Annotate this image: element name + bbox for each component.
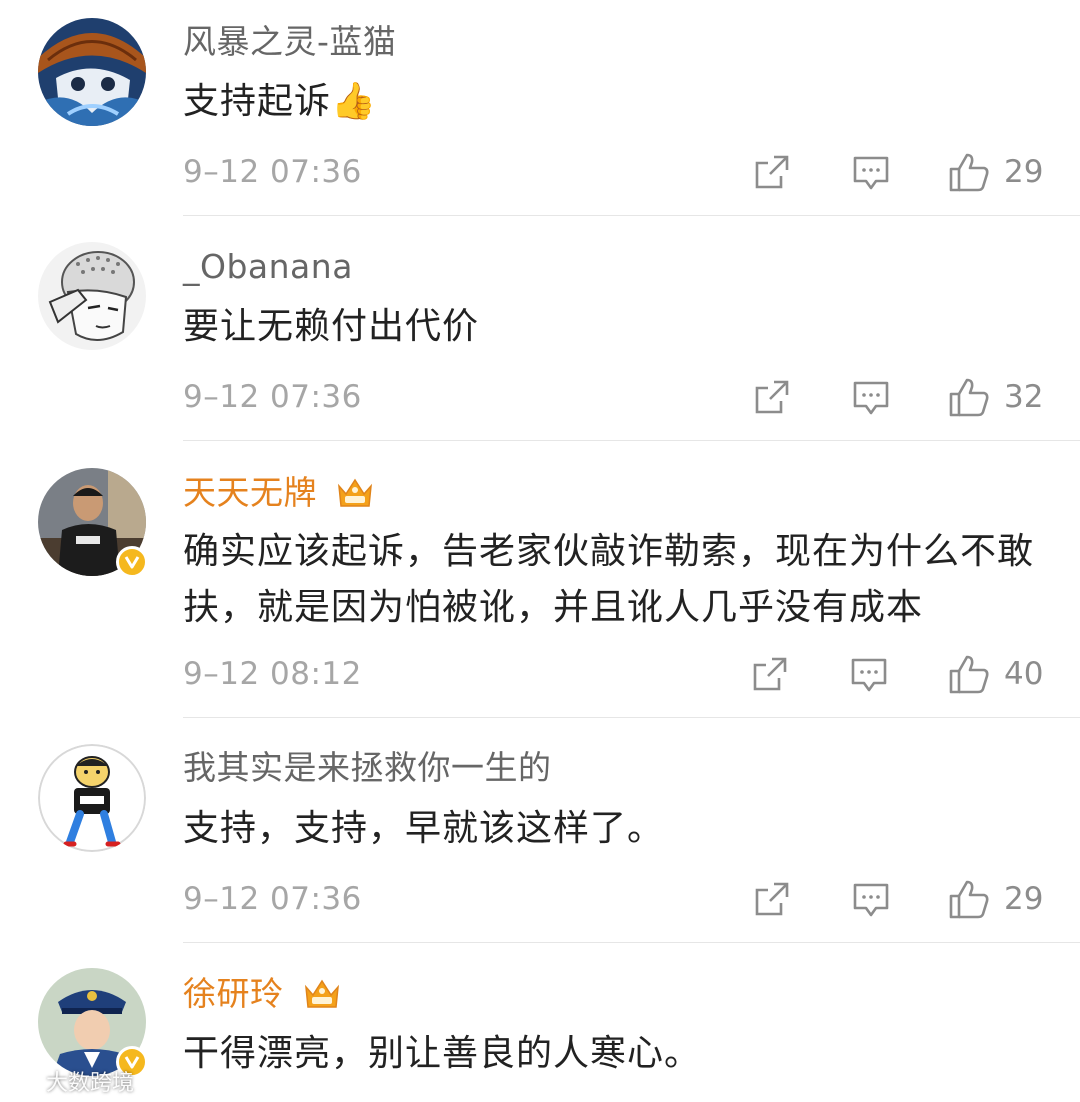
- username[interactable]: 徐研玲: [183, 972, 341, 1016]
- username[interactable]: 我其实是来拯救你一生的: [183, 746, 552, 790]
- timestamp: 9–12 07:36: [183, 881, 362, 917]
- divider: [183, 717, 1080, 718]
- thumbs-up-icon: [949, 153, 989, 192]
- username[interactable]: 天天无牌: [183, 471, 374, 515]
- verified-v-icon: [116, 546, 148, 578]
- comment-icon: [853, 381, 889, 415]
- avatar[interactable]: [38, 18, 146, 126]
- watermark: 大数跨境: [8, 1064, 134, 1098]
- timestamp: 9–12 07:36: [183, 379, 362, 415]
- divider: [183, 440, 1080, 441]
- like-count: 32: [1004, 379, 1044, 415]
- timestamp: 9–12 08:12: [183, 656, 362, 692]
- comment-text: 干得漂亮，别让善良的人寒心。: [183, 1033, 702, 1074]
- like-button[interactable]: 29: [948, 151, 1043, 193]
- comment-icon: [853, 156, 889, 190]
- comment-text: 支持起诉👍: [183, 81, 377, 122]
- avatar[interactable]: [38, 242, 146, 350]
- repost-button[interactable]: [754, 881, 790, 917]
- avatar-image: [38, 18, 146, 126]
- comment-text: 支持，支持，早就该这样了。: [183, 808, 665, 849]
- like-button[interactable]: 29: [948, 878, 1043, 920]
- username[interactable]: _Obanana: [183, 245, 353, 289]
- comment-text: 要让无赖付出代价: [183, 306, 480, 347]
- repost-icon: [755, 380, 789, 414]
- repost-icon: [755, 882, 789, 916]
- comment-button[interactable]: [852, 882, 890, 918]
- repost-button[interactable]: [752, 656, 788, 692]
- repost-icon: [755, 155, 789, 189]
- like-count: 40: [1004, 656, 1044, 692]
- comment-button[interactable]: [850, 657, 888, 693]
- username[interactable]: 风暴之灵-蓝猫: [183, 20, 396, 64]
- timestamp: 9–12 07:36: [183, 154, 362, 190]
- comment-icon: [851, 658, 887, 692]
- like-count: 29: [1004, 154, 1044, 190]
- avatar-image: [38, 744, 146, 852]
- thumbs-up-icon: [949, 880, 989, 919]
- divider: [183, 942, 1080, 943]
- thumbs-up-icon: [949, 378, 989, 417]
- like-count: 29: [1004, 881, 1044, 917]
- username-label: 天天无牌: [183, 473, 317, 512]
- comment-feed: 风暴之灵-蓝猫 支持起诉👍 9–12 07:36 29 _Obanana 要让无…: [0, 0, 1080, 1102]
- divider: [183, 215, 1080, 216]
- repost-button[interactable]: [754, 379, 790, 415]
- avatar[interactable]: [38, 744, 146, 852]
- comment-button[interactable]: [852, 155, 890, 191]
- thumbs-up-icon: [949, 655, 989, 694]
- comment-icon: [853, 883, 889, 917]
- comment-button[interactable]: [852, 380, 890, 416]
- avatar[interactable]: [38, 968, 148, 1078]
- vip-crown-icon: [304, 979, 339, 1008]
- avatar-image: [38, 242, 146, 350]
- vip-crown-icon: [338, 478, 372, 507]
- avatar[interactable]: [38, 468, 148, 578]
- comment-text: 确实应该起诉，告老家伙敲诈勒索，现在为什么不敢扶，就是因为怕被讹，并且讹人几乎没…: [183, 531, 1035, 628]
- like-button[interactable]: 40: [948, 653, 1043, 695]
- watermark-text: 大数跨境: [46, 1071, 135, 1096]
- like-button[interactable]: 32: [948, 376, 1043, 418]
- weibo-logo-icon: [9, 1072, 40, 1092]
- repost-icon: [753, 657, 787, 691]
- username-label: 徐研玲: [183, 974, 284, 1013]
- repost-button[interactable]: [754, 154, 790, 190]
